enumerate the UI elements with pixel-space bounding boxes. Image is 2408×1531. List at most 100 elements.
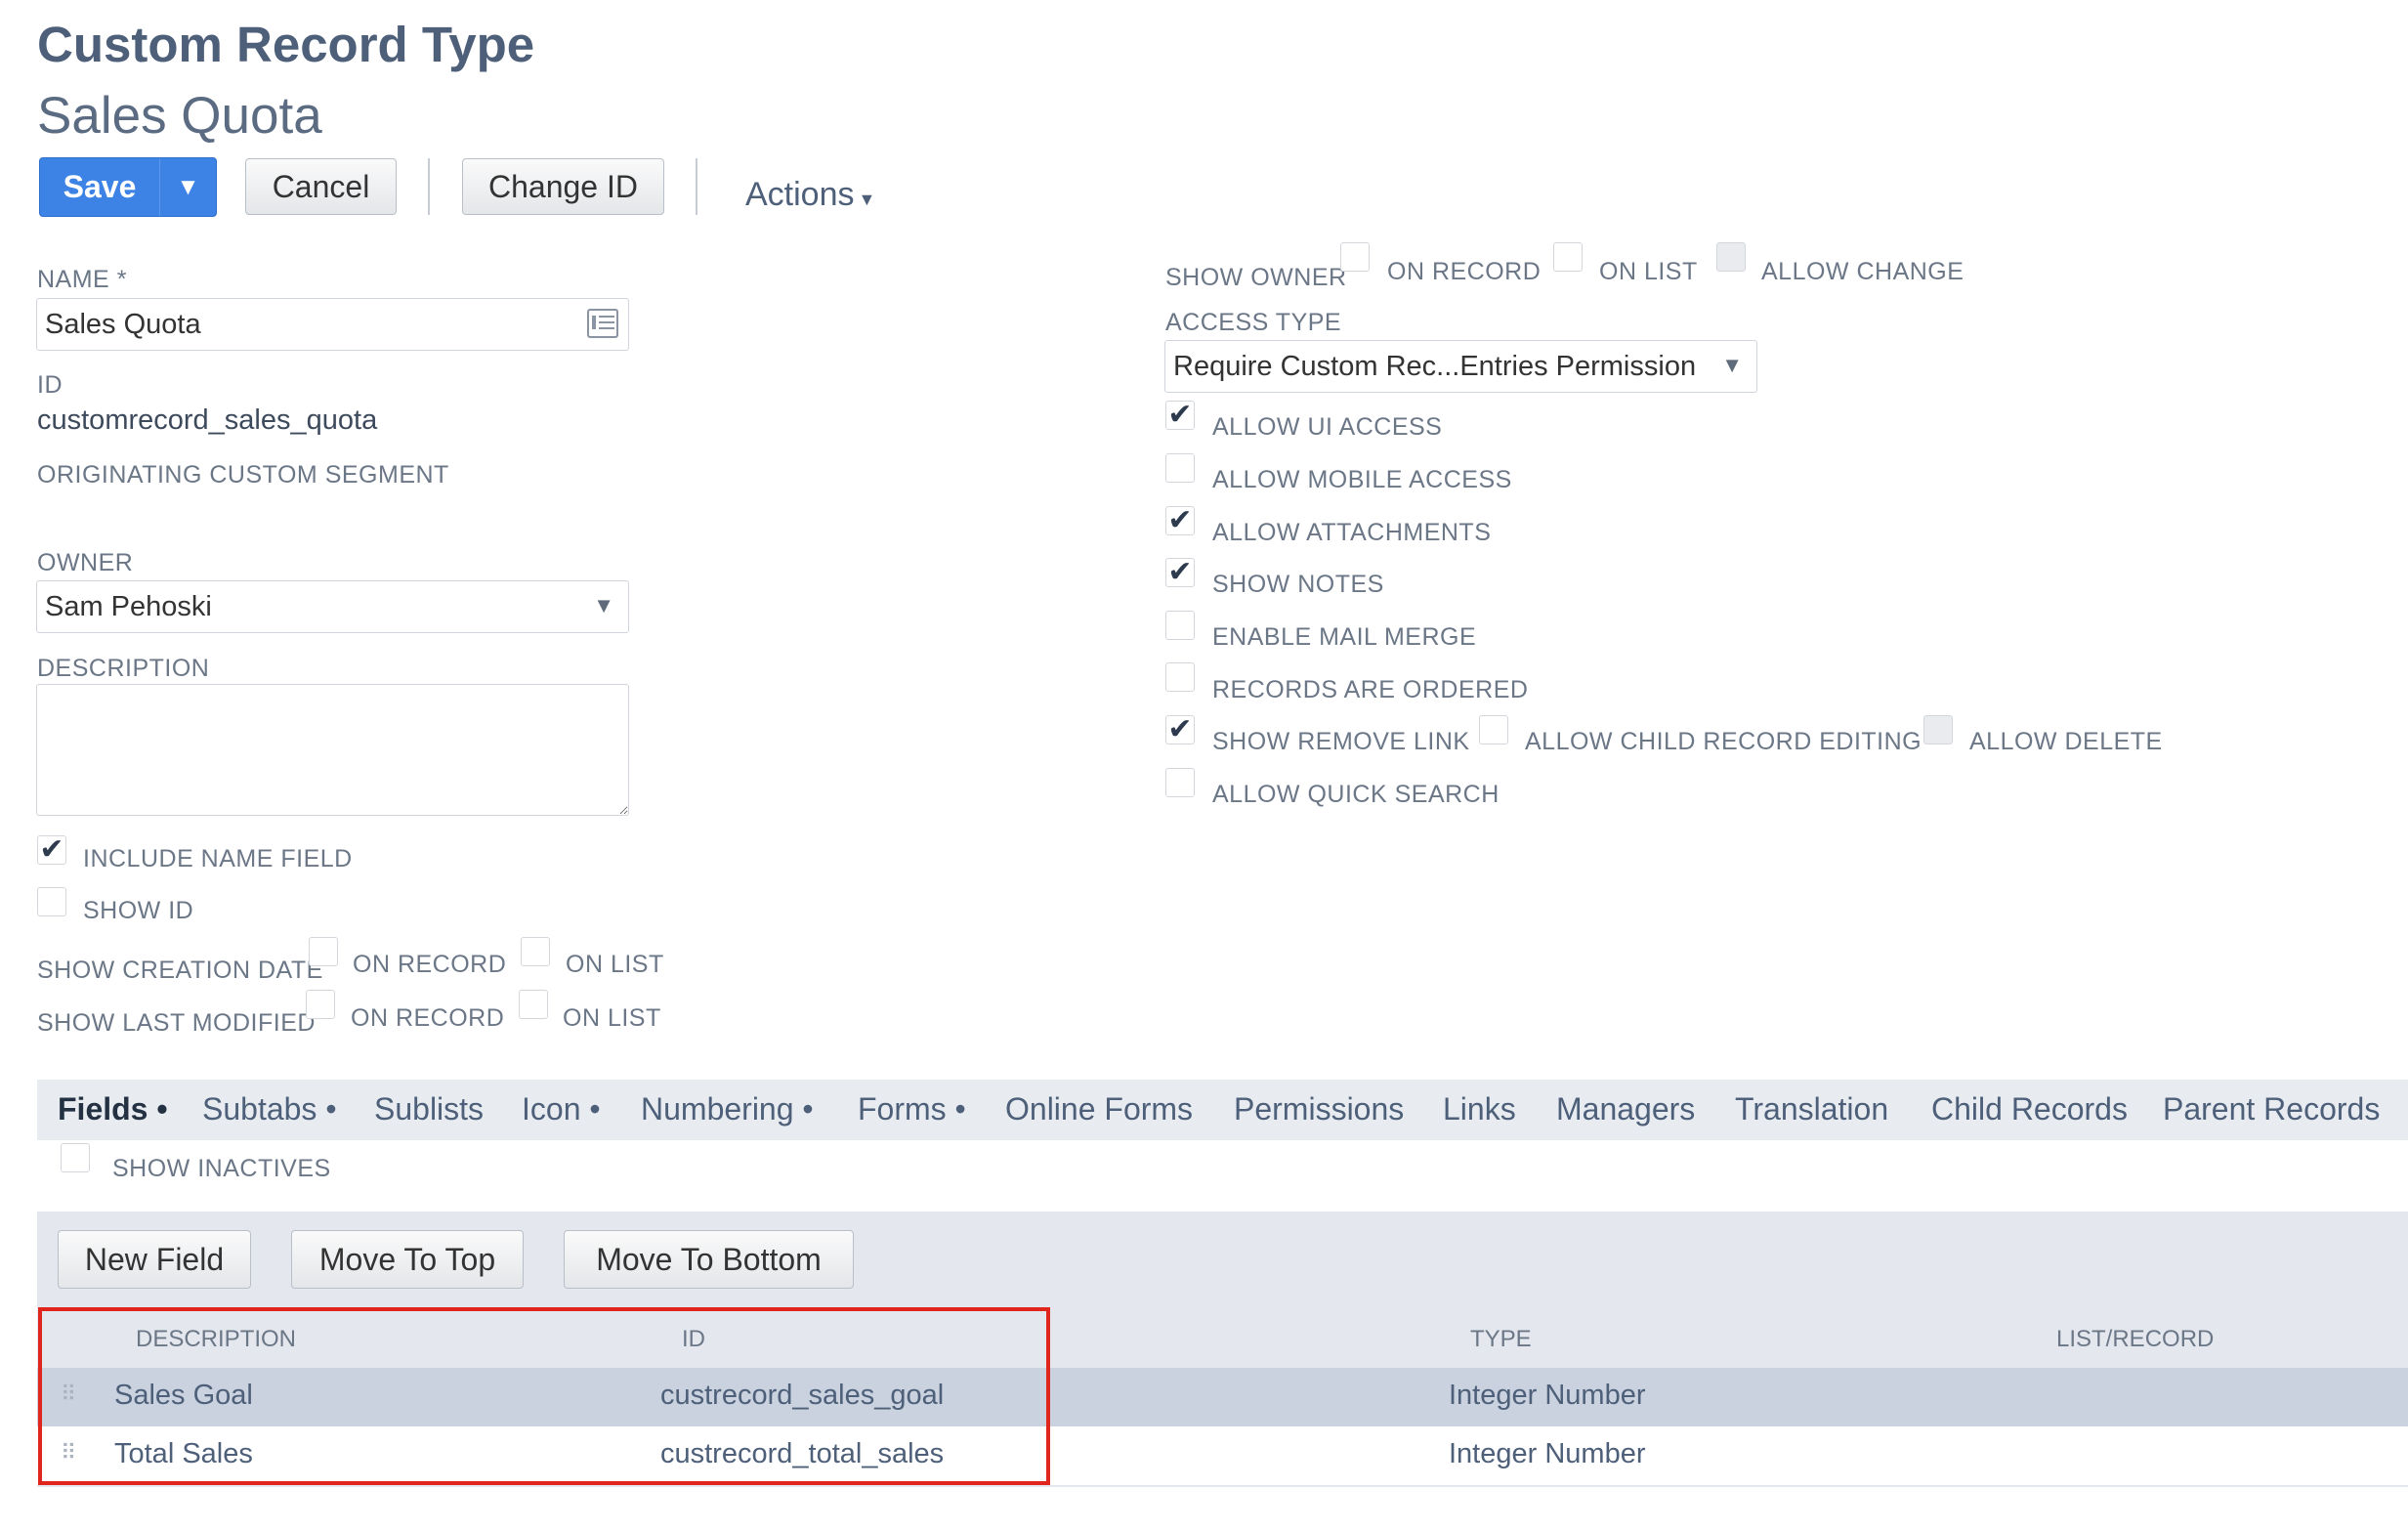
allow-quick-search-checkbox[interactable] — [1165, 768, 1195, 797]
name-field[interactable]: Sales Quota — [36, 298, 629, 351]
row-type: Integer Number — [1449, 1380, 1646, 1411]
show-owner-allow-change-label: ALLOW CHANGE — [1761, 258, 1964, 285]
caret-down-icon: ▼ — [858, 190, 876, 209]
show-notes-checkbox[interactable]: ✔ — [1165, 558, 1195, 587]
tab-managers[interactable]: Managers — [1556, 1091, 1695, 1127]
owner-value: Sam Pehoski — [45, 590, 212, 622]
show-owner-label: SHOW OWNER — [1165, 264, 1347, 291]
chevron-down-icon[interactable]: ▼ — [593, 593, 614, 618]
row-description[interactable]: Total Sales — [114, 1438, 253, 1470]
save-label[interactable]: Save — [40, 169, 159, 205]
table-row[interactable]: ⠿ Total Sales custrecord_total_sales Int… — [37, 1426, 2408, 1487]
tab-online-forms[interactable]: Online Forms — [1005, 1091, 1193, 1127]
row-id: custrecord_total_sales — [660, 1438, 945, 1469]
name-label: NAME * — [37, 266, 127, 293]
id-value: customrecord_sales_quota — [37, 404, 378, 436]
show-notes-label: SHOW NOTES — [1212, 571, 1384, 598]
include-name-field-checkbox[interactable]: ✔ — [37, 835, 66, 865]
actions-menu[interactable]: Actions ▼ — [745, 176, 875, 214]
last-modified-on-record-label: ON RECORD — [351, 1004, 505, 1032]
new-field-button[interactable]: New Field — [58, 1230, 251, 1289]
save-button[interactable]: Save ▼ — [39, 157, 217, 217]
chevron-down-icon[interactable]: ▼ — [1721, 353, 1743, 378]
show-owner-on-list-checkbox[interactable] — [1553, 242, 1583, 272]
allow-mobile-access-label: ALLOW MOBILE ACCESS — [1212, 466, 1512, 493]
show-remove-link-label: SHOW REMOVE LINK — [1212, 728, 1470, 755]
table-row[interactable]: ⠿ Sales Goal custrecord_sales_goal Integ… — [37, 1368, 2408, 1426]
show-owner-allow-change-checkbox — [1716, 242, 1746, 272]
creation-date-on-record-label: ON RECORD — [353, 951, 507, 978]
show-owner-on-list-label: ON LIST — [1599, 258, 1698, 285]
column-list-record[interactable]: LIST/RECORD — [2056, 1326, 2214, 1353]
fields-table-header: DESCRIPTION ID TYPE LIST/RECORD — [37, 1309, 2408, 1368]
page-title: Custom Record Type — [37, 17, 535, 72]
field-help-icon[interactable] — [587, 309, 618, 338]
id-label: ID — [37, 371, 63, 399]
tab-translation[interactable]: Translation — [1735, 1091, 1888, 1127]
description-textarea[interactable] — [36, 684, 629, 816]
allow-ui-access-label: ALLOW UI ACCESS — [1212, 413, 1443, 441]
allow-attachments-label: ALLOW ATTACHMENTS — [1212, 519, 1492, 546]
column-description[interactable]: DESCRIPTION — [136, 1326, 296, 1353]
actions-label[interactable]: Actions — [745, 176, 855, 213]
name-value: Sales Quota — [45, 308, 201, 340]
owner-select[interactable]: Sam Pehoski ▼ — [36, 580, 629, 633]
row-type: Integer Number — [1449, 1438, 1646, 1469]
show-inactives-label: SHOW INACTIVES — [112, 1155, 331, 1182]
records-are-ordered-label: RECORDS ARE ORDERED — [1212, 676, 1529, 703]
subtab-bar: Fields • Subtabs • Sublists Icon • Numbe… — [37, 1080, 2408, 1140]
creation-date-on-list-label: ON LIST — [566, 951, 664, 978]
tab-icon[interactable]: Icon • — [522, 1091, 601, 1127]
record-name: Sales Quota — [37, 87, 322, 145]
access-type-label: ACCESS TYPE — [1165, 309, 1342, 336]
tab-child-records[interactable]: Child Records — [1931, 1091, 2128, 1127]
allow-mobile-access-checkbox[interactable] — [1165, 453, 1195, 483]
row-id: custrecord_sales_goal — [660, 1380, 945, 1411]
toolbar-divider — [428, 158, 430, 215]
tab-fields[interactable]: Fields • — [58, 1091, 168, 1127]
creation-date-on-list-checkbox[interactable] — [521, 937, 550, 966]
toolbar-divider — [696, 158, 697, 215]
tab-sublists[interactable]: Sublists — [374, 1091, 484, 1127]
drag-handle-icon[interactable]: ⠿ — [61, 1382, 76, 1407]
column-id[interactable]: ID — [682, 1326, 705, 1353]
access-type-value: Require Custom Rec...Entries Permission — [1173, 350, 1697, 382]
show-id-checkbox[interactable] — [37, 887, 66, 916]
last-modified-on-list-checkbox[interactable] — [519, 990, 548, 1019]
creation-date-on-record-checkbox[interactable] — [309, 937, 338, 966]
description-label: DESCRIPTION — [37, 655, 210, 682]
allow-attachments-checkbox[interactable]: ✔ — [1165, 506, 1195, 535]
show-owner-on-record-checkbox[interactable] — [1340, 242, 1370, 272]
tab-parent-records[interactable]: Parent Records — [2163, 1091, 2380, 1127]
allow-delete-checkbox — [1923, 715, 1953, 744]
move-to-top-button[interactable]: Move To Top — [291, 1230, 524, 1289]
last-modified-on-list-label: ON LIST — [563, 1004, 661, 1032]
cancel-button[interactable]: Cancel — [245, 158, 397, 215]
tab-subtabs[interactable]: Subtabs • — [202, 1091, 337, 1127]
change-id-button[interactable]: Change ID — [462, 158, 664, 215]
column-type[interactable]: TYPE — [1470, 1326, 1532, 1353]
last-modified-on-record-checkbox[interactable] — [306, 990, 335, 1019]
show-last-modified-label: SHOW LAST MODIFIED — [37, 1009, 316, 1037]
allow-quick-search-label: ALLOW QUICK SEARCH — [1212, 781, 1500, 808]
show-inactives-checkbox[interactable] — [61, 1143, 90, 1172]
tab-numbering[interactable]: Numbering • — [641, 1091, 814, 1127]
move-to-bottom-button[interactable]: Move To Bottom — [564, 1230, 854, 1289]
tab-forms[interactable]: Forms • — [858, 1091, 966, 1127]
show-creation-date-label: SHOW CREATION DATE — [37, 957, 323, 984]
row-description[interactable]: Sales Goal — [114, 1380, 253, 1412]
show-remove-link-checkbox[interactable]: ✔ — [1165, 715, 1195, 744]
drag-handle-icon[interactable]: ⠿ — [61, 1440, 76, 1466]
tab-permissions[interactable]: Permissions — [1234, 1091, 1404, 1127]
access-type-select[interactable]: Require Custom Rec...Entries Permission … — [1164, 340, 1757, 393]
save-dropdown-icon[interactable]: ▼ — [159, 158, 216, 216]
allow-ui-access-checkbox[interactable]: ✔ — [1165, 401, 1195, 430]
allow-delete-label: ALLOW DELETE — [1969, 728, 2163, 755]
allow-child-record-editing-checkbox[interactable] — [1479, 715, 1508, 744]
enable-mail-merge-checkbox[interactable] — [1165, 611, 1195, 640]
enable-mail-merge-label: ENABLE MAIL MERGE — [1212, 623, 1477, 651]
segment-label: ORIGINATING CUSTOM SEGMENT — [37, 461, 449, 489]
records-are-ordered-checkbox[interactable] — [1165, 662, 1195, 692]
show-id-label: SHOW ID — [83, 897, 194, 924]
tab-links[interactable]: Links — [1443, 1091, 1516, 1127]
